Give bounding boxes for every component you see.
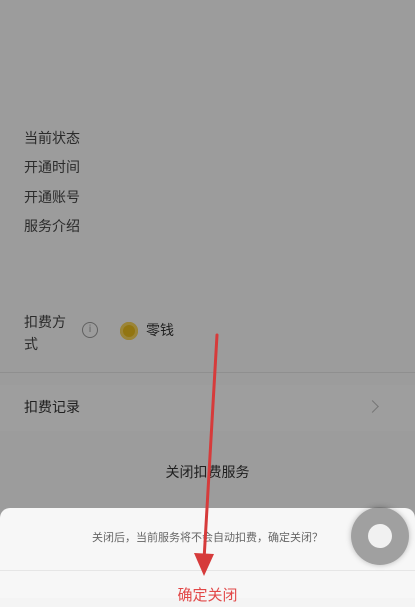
- sheet-divider: [0, 570, 415, 571]
- floating-assist-ball[interactable]: [351, 507, 409, 565]
- confirm-close-button[interactable]: 确定关闭: [0, 583, 415, 607]
- confirm-sheet: 关闭后，当前服务将不会自动扣费，确定关闭？ 确定关闭: [0, 508, 415, 604]
